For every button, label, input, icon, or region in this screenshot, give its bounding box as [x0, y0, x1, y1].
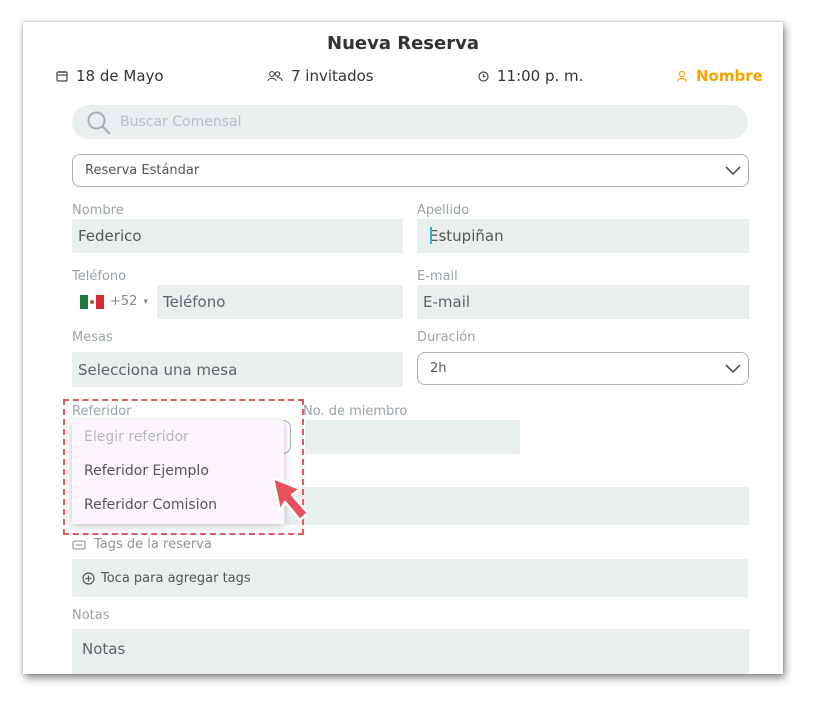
reservation-modal: Nueva Reserva 18 de Mayo 7 invitados 11:… [23, 22, 783, 674]
nombre-field[interactable]: Federico [72, 219, 403, 253]
name-selector[interactable]: Nombre [676, 67, 763, 85]
apellido-field[interactable]: Estupiñan [417, 219, 749, 253]
tags-label: Tags de la reserva [94, 537, 212, 552]
duracion-select[interactable]: 2h [417, 352, 749, 385]
search-bar [72, 105, 748, 139]
guests-label: 7 invitados [291, 67, 374, 85]
tags-label-row: Tags de la reserva [72, 537, 212, 552]
country-code: +52 [110, 294, 138, 309]
telefono-placeholder: Teléfono [163, 293, 226, 311]
duracion-value: 2h [430, 361, 447, 376]
calendar-icon [56, 71, 68, 82]
notas-label: Notas [72, 608, 110, 623]
nombre-label: Nombre [72, 203, 124, 218]
modal-title: Nueva Reserva [327, 33, 479, 54]
apellido-label: Apellido [417, 203, 470, 218]
duracion-label: Duración [417, 330, 476, 345]
add-tags-button[interactable]: Toca para agregar tags [72, 559, 748, 597]
text-cursor [430, 227, 432, 244]
miembro-label: No. de miembro [303, 404, 408, 419]
reservation-type-value: Reserva Estándar [85, 163, 200, 178]
miembro-field[interactable] [305, 420, 520, 454]
mexico-flag-icon [80, 294, 104, 309]
search-input[interactable] [120, 105, 720, 139]
chevron-down-icon [725, 364, 741, 374]
tag-icon [72, 539, 86, 550]
highlight-box [63, 399, 304, 535]
nombre-value: Federico [78, 227, 142, 245]
email-label: E-mail [417, 269, 458, 284]
user-icon [676, 70, 688, 82]
apellido-value: Estupiñan [429, 227, 504, 245]
date-selector[interactable]: 18 de Mayo [56, 67, 164, 85]
pointer-arrow-icon [271, 476, 310, 522]
time-selector[interactable]: 11:00 p. m. [478, 67, 583, 85]
mesas-label: Mesas [72, 330, 113, 345]
mesas-field[interactable]: Selecciona una mesa [72, 352, 403, 387]
telefono-field[interactable]: Teléfono [157, 285, 403, 319]
chevron-down-icon [725, 166, 741, 176]
mesas-placeholder: Selecciona una mesa [78, 361, 238, 379]
notas-placeholder: Notas [82, 640, 126, 658]
add-tags-label: Toca para agregar tags [101, 570, 251, 586]
caret-down-icon: ▾ [143, 296, 148, 307]
guests-selector[interactable]: 7 invitados [267, 67, 374, 85]
clock-icon [478, 70, 489, 82]
email-placeholder: E-mail [423, 293, 471, 311]
name-label: Nombre [696, 67, 763, 85]
search-icon [87, 111, 111, 135]
plus-circle-icon [82, 571, 95, 585]
notas-field[interactable]: Notas [72, 629, 749, 674]
date-label: 18 de Mayo [76, 67, 164, 85]
reservation-type-select[interactable]: Reserva Estándar [72, 154, 749, 187]
country-code-selector[interactable]: +52 ▾ [80, 294, 148, 309]
telefono-label: Teléfono [72, 269, 127, 284]
guests-icon [267, 71, 283, 82]
time-label: 11:00 p. m. [497, 67, 584, 85]
email-field[interactable]: E-mail [417, 285, 749, 319]
hidden-field[interactable] [285, 487, 749, 525]
